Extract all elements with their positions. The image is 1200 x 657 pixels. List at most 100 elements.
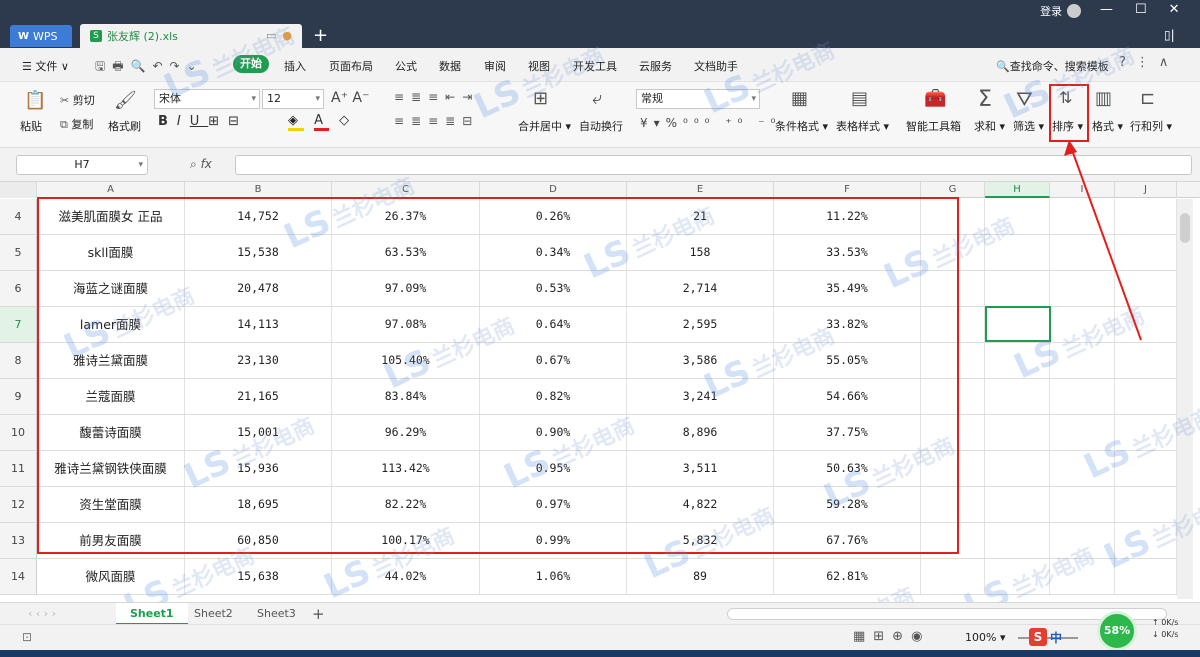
row-header[interactable]: 13 bbox=[0, 523, 37, 559]
row-header[interactable]: 9 bbox=[0, 379, 37, 415]
new-tab-button[interactable]: + bbox=[313, 25, 328, 46]
cell-b[interactable]: 15,638 bbox=[185, 559, 332, 594]
wrap-text-button[interactable]: 自动换行 bbox=[579, 118, 623, 134]
cell-empty[interactable] bbox=[985, 487, 1050, 522]
column-header[interactable]: C bbox=[332, 182, 480, 198]
formula-input[interactable] bbox=[235, 155, 1192, 175]
add-sheet-button[interactable]: + bbox=[298, 603, 339, 625]
cell-empty[interactable] bbox=[985, 343, 1050, 378]
cell-empty[interactable] bbox=[985, 559, 1050, 594]
column-header[interactable]: D bbox=[480, 182, 627, 198]
menu-file[interactable]: ☰ 文件 ∨ bbox=[22, 58, 69, 74]
conditional-format-icon[interactable]: ▦ bbox=[791, 88, 808, 109]
close-icon[interactable]: ✕ bbox=[1169, 2, 1180, 17]
name-box[interactable]: H7 ▾ bbox=[16, 155, 148, 175]
cell-empty[interactable] bbox=[1050, 559, 1115, 594]
cut-button[interactable]: ✂ 剪切 bbox=[60, 92, 95, 108]
cell-empty[interactable] bbox=[985, 523, 1050, 558]
cell-empty[interactable] bbox=[1050, 199, 1115, 234]
row-header[interactable]: 14 bbox=[0, 559, 37, 595]
cell-empty[interactable] bbox=[1115, 559, 1177, 594]
row-header[interactable]: 7 bbox=[0, 307, 37, 343]
format-icon[interactable]: ▥ bbox=[1095, 88, 1112, 109]
cell-d[interactable]: 1.06% bbox=[480, 559, 627, 594]
menu-home[interactable]: 开始 bbox=[233, 55, 269, 73]
cell-c[interactable]: 44.02% bbox=[332, 559, 480, 594]
table-style-icon[interactable]: ▤ bbox=[851, 88, 868, 109]
zoom-level[interactable]: 100% ▾ bbox=[965, 631, 1005, 644]
row-header[interactable]: 12 bbox=[0, 487, 37, 523]
row-header[interactable]: 8 bbox=[0, 343, 37, 379]
menu-developer[interactable]: 开发工具 bbox=[573, 58, 617, 74]
cell-empty[interactable] bbox=[1115, 415, 1177, 450]
scroll-thumb[interactable] bbox=[1180, 213, 1190, 243]
cell-e[interactable]: 89 bbox=[627, 559, 774, 594]
login-area[interactable]: 登录 bbox=[1040, 3, 1081, 19]
format-painter-icon[interactable]: 🖌 bbox=[114, 90, 137, 111]
cell-empty[interactable] bbox=[1050, 523, 1115, 558]
cpu-usage-badge[interactable]: 58% bbox=[1097, 611, 1137, 651]
cell-f[interactable]: 62.81% bbox=[774, 559, 921, 594]
cell-empty[interactable] bbox=[921, 559, 985, 594]
cell-empty[interactable] bbox=[1115, 451, 1177, 486]
cell-empty[interactable] bbox=[1050, 271, 1115, 306]
font-grow-shrink-icons[interactable]: A⁺ A⁻ bbox=[331, 90, 369, 106]
menu-doc-assistant[interactable]: 文档助手 bbox=[694, 58, 738, 74]
column-header[interactable]: F bbox=[774, 182, 921, 198]
cell-empty[interactable] bbox=[1115, 235, 1177, 270]
sheet-tab-1[interactable]: Sheet1 bbox=[116, 603, 188, 625]
cell-empty[interactable] bbox=[1115, 343, 1177, 378]
fx-icon[interactable]: fx bbox=[201, 157, 212, 171]
paste-icon[interactable]: 📋 bbox=[24, 90, 46, 111]
font-size-select[interactable]: 12 ▾ bbox=[262, 89, 324, 109]
view-mode-icons[interactable]: ▦⊞⊕◉ bbox=[853, 629, 930, 644]
cell-empty[interactable] bbox=[1050, 451, 1115, 486]
row-header[interactable]: 10 bbox=[0, 415, 37, 451]
number-format-select[interactable]: 常规 ▾ bbox=[636, 89, 760, 109]
toolbox-icon[interactable]: 🧰 bbox=[924, 88, 946, 109]
font-name-select[interactable]: 宋体 ▾ bbox=[154, 89, 260, 109]
font-style-icons[interactable]: BIU⊞⊟ bbox=[158, 114, 248, 129]
sum-icon[interactable]: Σ bbox=[978, 87, 992, 112]
menu-view[interactable]: 视图 bbox=[528, 58, 550, 74]
status-left-icon[interactable]: ⊡ bbox=[22, 630, 32, 644]
cell-empty[interactable] bbox=[1115, 307, 1177, 342]
minimize-icon[interactable]: — bbox=[1100, 2, 1113, 17]
tab-wps[interactable]: W WPS bbox=[10, 25, 72, 47]
cell-empty[interactable] bbox=[1050, 415, 1115, 450]
cell-empty[interactable] bbox=[985, 199, 1050, 234]
menu-review[interactable]: 审阅 bbox=[484, 58, 506, 74]
cell-empty[interactable] bbox=[1050, 307, 1115, 342]
column-header-selected[interactable]: H bbox=[985, 182, 1050, 198]
cell-empty[interactable] bbox=[985, 451, 1050, 486]
menu-data[interactable]: 数据 bbox=[439, 58, 461, 74]
cell-empty[interactable] bbox=[1050, 379, 1115, 414]
cell-empty[interactable] bbox=[985, 271, 1050, 306]
row-col-button[interactable]: 行和列 ▾ bbox=[1130, 118, 1172, 134]
menu-formula[interactable]: 公式 bbox=[395, 58, 417, 74]
cell-empty[interactable] bbox=[985, 235, 1050, 270]
row-header[interactable]: 11 bbox=[0, 451, 37, 487]
paste-button[interactable]: 粘贴 bbox=[20, 118, 42, 134]
vertical-scrollbar[interactable] bbox=[1177, 199, 1193, 599]
smart-toolbox-button[interactable]: 智能工具箱 bbox=[906, 118, 961, 134]
row-header[interactable]: 5 bbox=[0, 235, 37, 271]
format-painter-button[interactable]: 格式刷 bbox=[108, 118, 141, 134]
ime-indicator[interactable]: S中 bbox=[1029, 628, 1062, 646]
sheet-tab-2[interactable]: Sheet2 bbox=[180, 603, 247, 625]
cell-empty[interactable] bbox=[1050, 343, 1115, 378]
filter-button[interactable]: 筛选 ▾ bbox=[1013, 118, 1044, 134]
color-icons[interactable]: ◈ A ◇ bbox=[288, 113, 355, 131]
sum-button[interactable]: 求和 ▾ bbox=[974, 118, 1005, 134]
row-col-icon[interactable]: ⊏ bbox=[1140, 88, 1155, 109]
row-header[interactable]: 6 bbox=[0, 271, 37, 307]
active-cell-h7[interactable] bbox=[985, 306, 1051, 342]
menu-page-layout[interactable]: 页面布局 bbox=[329, 58, 373, 74]
table-style-button[interactable]: 表格样式 ▾ bbox=[836, 118, 889, 134]
cell-name[interactable]: 微风面膜 bbox=[37, 559, 185, 594]
horizontal-align-icons[interactable]: ≡≣≡≣⊟ bbox=[394, 114, 479, 128]
filter-icon[interactable]: ⛛ bbox=[1016, 87, 1033, 111]
monitor-icon[interactable]: ▭ bbox=[266, 29, 276, 42]
maximize-icon[interactable]: ☐ bbox=[1135, 2, 1147, 17]
cell-empty[interactable] bbox=[1115, 523, 1177, 558]
